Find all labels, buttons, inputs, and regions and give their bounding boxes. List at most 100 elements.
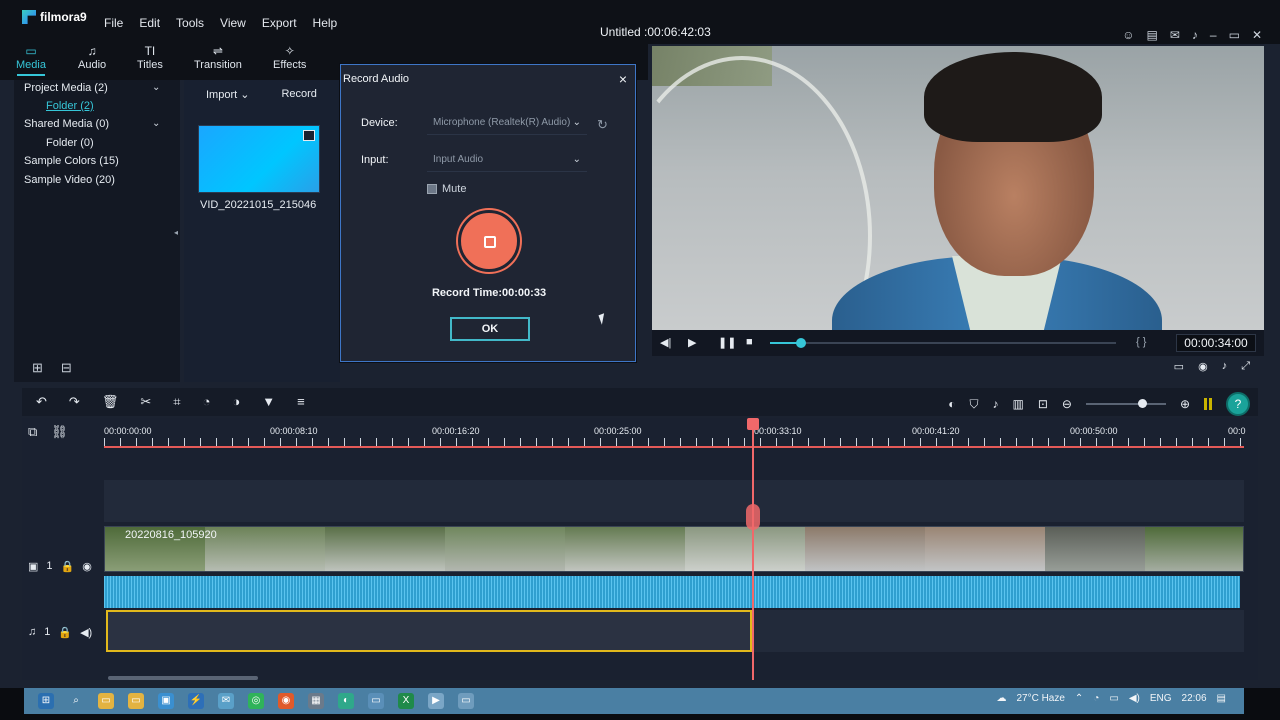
folder-add-icon[interactable]: ⊟ xyxy=(61,360,72,376)
folder-icon[interactable]: ▭ xyxy=(128,693,144,709)
notifications-icon[interactable]: ▤ xyxy=(1217,693,1226,704)
volume-icon[interactable]: ◀) xyxy=(1129,693,1140,704)
clock[interactable]: 22:06 xyxy=(1182,693,1207,704)
file-explorer-icon[interactable]: ▭ xyxy=(98,693,114,709)
close-window-icon[interactable]: ✕ xyxy=(1252,28,1262,42)
sidebar-item-folder-0[interactable]: Folder (0) xyxy=(46,137,94,149)
tab-audio[interactable]: ♫ Audio xyxy=(78,44,106,71)
app-window-icon[interactable]: ▭ xyxy=(458,693,474,709)
delete-icon[interactable]: 🗑 xyxy=(102,394,119,410)
sidebar-item-folder-2[interactable]: Folder (2) xyxy=(46,100,94,112)
app-icon[interactable]: ⚡ xyxy=(188,693,204,709)
sidebar-item-sample-colors[interactable]: Sample Colors (15) xyxy=(24,155,119,167)
filmora-taskbar-icon[interactable]: ▶ xyxy=(428,693,444,709)
previous-frame-icon[interactable]: ◀| xyxy=(660,336,671,349)
tab-media[interactable]: ▭ Media xyxy=(16,44,46,76)
clip-audio-waveform[interactable] xyxy=(104,576,1240,608)
menu-export[interactable]: Export xyxy=(262,16,297,30)
menu-view[interactable]: View xyxy=(220,16,246,30)
menu-edit[interactable]: Edit xyxy=(139,16,160,30)
maximize-icon[interactable]: ▭ xyxy=(1229,28,1240,42)
playhead[interactable] xyxy=(752,418,754,680)
ok-button[interactable]: OK xyxy=(450,317,530,341)
fit-icon[interactable]: ⊡ xyxy=(1038,397,1048,411)
store-icon[interactable]: ▣ xyxy=(158,693,174,709)
menu-help[interactable]: Help xyxy=(313,16,338,30)
preview-scrubber[interactable] xyxy=(770,338,1116,348)
record-stop-button[interactable] xyxy=(458,210,520,272)
edge-icon[interactable]: ◐ xyxy=(338,693,354,709)
language-indicator[interactable]: ENG xyxy=(1150,693,1172,704)
color-icon[interactable]: ◑ xyxy=(232,394,240,410)
excel-icon[interactable]: X xyxy=(398,693,414,709)
battery-icon[interactable]: ▭ xyxy=(1109,693,1118,704)
playhead-handle[interactable] xyxy=(747,418,759,430)
menu-tools[interactable]: Tools xyxy=(176,16,204,30)
preview-scrubber-knob[interactable] xyxy=(796,338,807,348)
mail-icon[interactable]: ✉ xyxy=(218,693,234,709)
fullscreen-icon[interactable]: ⤢ xyxy=(1241,360,1250,373)
start-icon[interactable]: ⊞ xyxy=(38,693,54,709)
menu-file[interactable]: File xyxy=(104,16,123,30)
crop-icon[interactable]: ⌗ xyxy=(173,394,180,410)
chevron-up-icon[interactable]: ⌃ xyxy=(1075,693,1083,704)
undo-icon[interactable]: ↶ xyxy=(36,394,47,410)
audio-mixer-icon[interactable]: ≡ xyxy=(297,394,305,410)
display-settings-icon[interactable]: ▭ xyxy=(1174,360,1184,373)
play-icon[interactable]: ▶ xyxy=(688,336,696,349)
tab-effects[interactable]: ✧ Effects xyxy=(273,44,306,71)
zoom-slider[interactable] xyxy=(1085,399,1166,408)
mail-icon[interactable]: ✉ xyxy=(1170,28,1180,42)
mute-checkbox[interactable] xyxy=(427,184,437,194)
device-select[interactable]: Microphone (Realtek(R) Audio) ⌄ xyxy=(427,113,587,135)
snapshot-icon[interactable]: ◉ xyxy=(1198,360,1208,373)
tab-titles[interactable]: TI Titles xyxy=(137,44,163,71)
voiceover-icon[interactable]: ♪ xyxy=(992,397,998,411)
input-select[interactable]: Input Audio ⌄ xyxy=(427,150,587,172)
stop-icon[interactable]: ■ xyxy=(746,336,753,348)
preview-viewer[interactable] xyxy=(652,46,1264,330)
refresh-icon[interactable]: ↻ xyxy=(597,117,608,133)
account-icon[interactable]: ☺ xyxy=(1122,28,1134,42)
sidebar-item-shared-media[interactable]: Shared Media (0) xyxy=(24,118,109,130)
add-track-icon[interactable]: ⧉ xyxy=(28,424,37,440)
zoom-slider-knob[interactable] xyxy=(1137,399,1147,408)
eye-icon[interactable]: ◉ xyxy=(82,560,92,573)
empty-track[interactable] xyxy=(104,480,1244,522)
collapse-sidebar-icon[interactable]: ◂ xyxy=(174,228,178,237)
playhead-grip[interactable] xyxy=(746,504,760,530)
split-icon[interactable]: ✂ xyxy=(140,394,151,410)
minimize-icon[interactable]: – xyxy=(1210,28,1217,42)
help-icon[interactable]: ? xyxy=(1226,392,1250,416)
microphone-icon[interactable]: ♪ xyxy=(1192,28,1198,42)
record-button[interactable]: Record xyxy=(281,88,316,101)
audio-track-empty[interactable] xyxy=(752,610,1244,652)
sidebar-item-sample-video[interactable]: Sample Video (20) xyxy=(24,174,115,186)
browser-icon[interactable]: ◉ xyxy=(278,693,294,709)
mute-option[interactable]: Mute xyxy=(427,183,466,195)
chevron-down-icon[interactable]: ⌄ xyxy=(152,82,160,93)
weather-icon[interactable]: ☁ xyxy=(996,693,1006,704)
pause-icon[interactable]: ❚❚ xyxy=(718,336,736,349)
media-thumbnail[interactable] xyxy=(198,125,320,193)
zoom-out-icon[interactable]: ⊖ xyxy=(1062,397,1072,411)
volume-icon[interactable]: ♪ xyxy=(1222,360,1228,373)
close-icon[interactable]: × xyxy=(619,71,627,87)
import-button[interactable]: Import ⌄ xyxy=(206,88,249,101)
network-icon[interactable]: ◔ xyxy=(1093,693,1099,704)
whatsapp-icon[interactable]: ◎ xyxy=(248,693,264,709)
timeline-ruler[interactable]: 00:00:00:00 00:00:08:10 00:00:16:20 00:0… xyxy=(104,418,1246,448)
search-icon[interactable]: ⌕ xyxy=(68,693,84,709)
render-icon[interactable]: ◐ xyxy=(948,397,955,411)
zoom-in-icon[interactable]: ⊕ xyxy=(1180,397,1190,411)
sidebar-item-project-media[interactable]: Project Media (2) xyxy=(24,82,108,94)
lock-icon[interactable]: 🔒 xyxy=(61,560,75,573)
weather-text[interactable]: 27°C Haze xyxy=(1016,693,1064,704)
calculator-icon[interactable]: ▦ xyxy=(308,693,324,709)
green-screen-icon[interactable]: ▼ xyxy=(262,394,275,410)
mixer-icon[interactable]: ▥ xyxy=(1012,397,1023,411)
marker-icon[interactable]: ⛉ xyxy=(969,397,978,412)
mark-in-out-icon[interactable]: { } xyxy=(1136,336,1146,348)
new-folder-icon[interactable]: ⊞ xyxy=(32,360,43,376)
recorded-audio-clip[interactable] xyxy=(106,610,752,652)
